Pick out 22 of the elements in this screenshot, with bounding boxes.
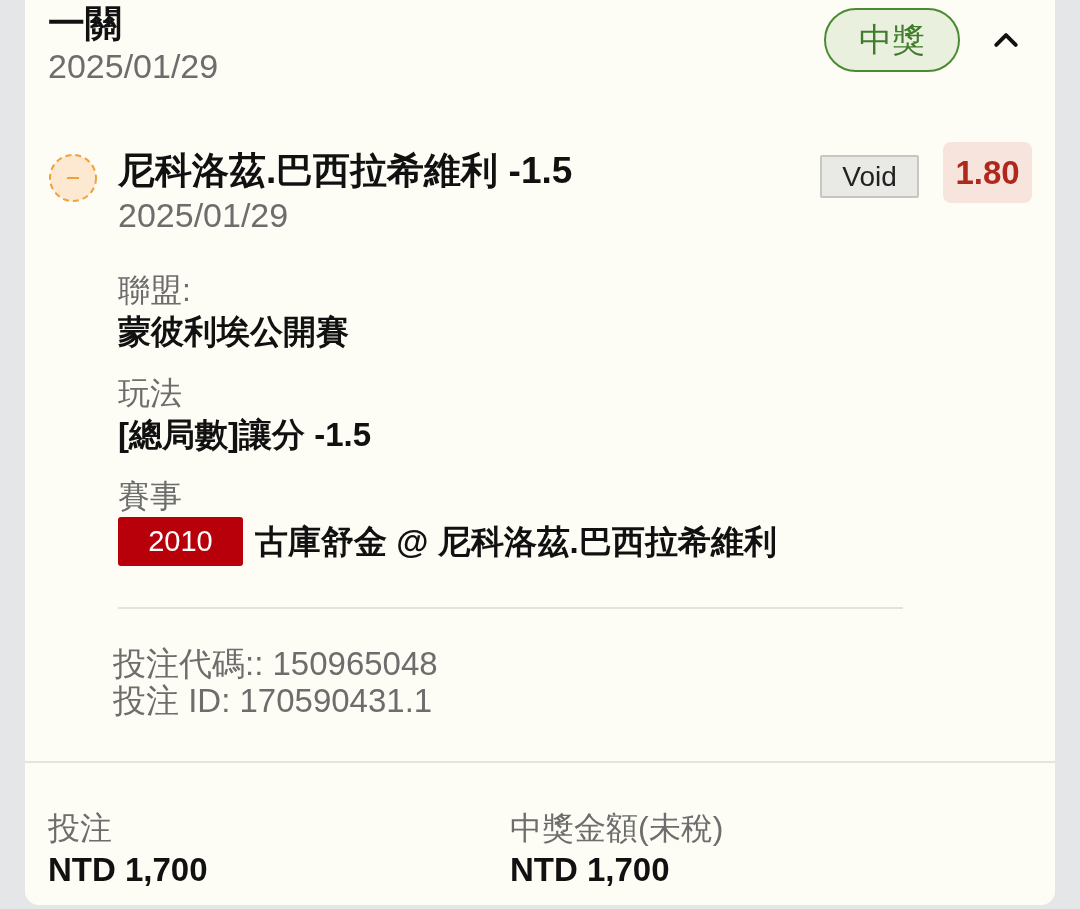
selection-title: 尼科洛茲.巴西拉希維利 -1.5 <box>118 149 574 193</box>
summary-amount: NTD 1,700 <box>48 850 209 890</box>
result-tag: Void <box>820 155 919 198</box>
leg-date: 2025/01/29 <box>118 195 290 235</box>
field-value: 蒙彼利埃公開賽 <box>118 312 350 352</box>
summary-label: 中獎金額(未稅) <box>510 809 725 848</box>
status-label: 中獎 <box>824 8 960 72</box>
match-code-tag: 2010 <box>118 517 243 566</box>
match-name: 古庫舒金 @ 尼科洛茲.巴西拉希維利 <box>255 522 777 562</box>
field-label: 玩法 <box>118 374 183 413</box>
field-value: [總局數]讓分 -1.5 <box>118 415 372 455</box>
bet-id: 投注 ID: 170590431.1 <box>113 682 434 719</box>
summary-label: 投注 <box>48 809 113 848</box>
chevron-up-icon <box>994 33 1018 47</box>
field-label: 聯盟: <box>118 271 192 310</box>
summary-amount: NTD 1,700 <box>510 850 671 890</box>
bet-type-title: 一關 <box>48 2 123 46</box>
bet-code: 投注代碼:: 150965048 <box>113 645 439 682</box>
odds-value: 1.80 <box>943 142 1032 203</box>
field-label: 賽事 <box>118 477 183 516</box>
minus-circle-icon <box>48 153 98 203</box>
bet-date: 2025/01/29 <box>48 46 219 86</box>
